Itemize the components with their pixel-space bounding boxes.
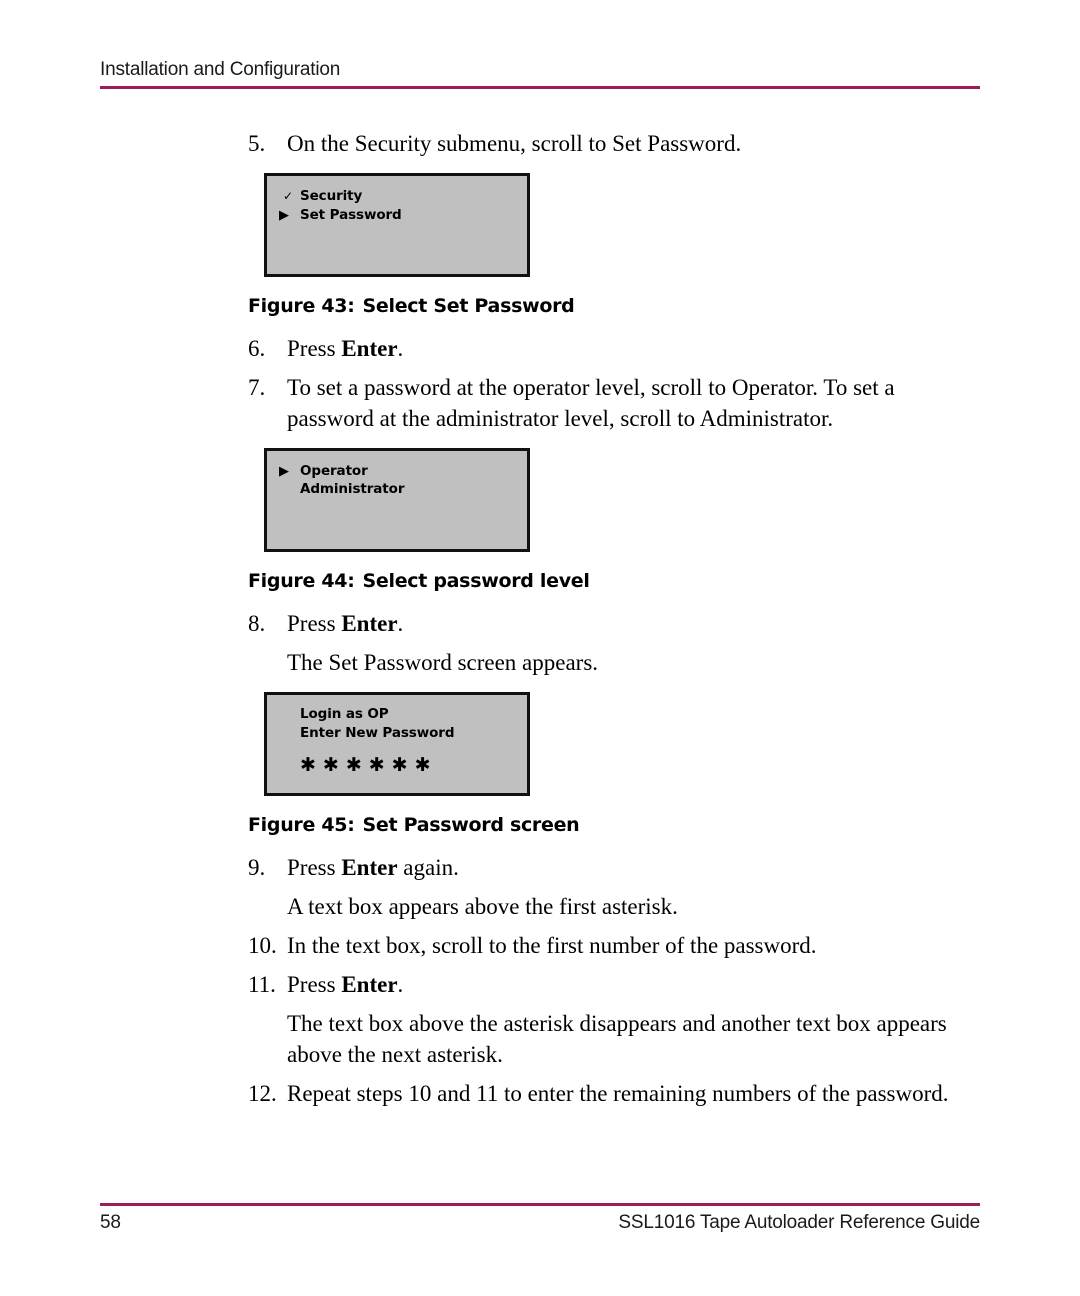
step-7-text: To set a password at the operator level,… bbox=[287, 375, 895, 431]
figure-45-title: Set Password screen bbox=[362, 814, 580, 836]
step-7-number: 7. bbox=[248, 375, 266, 400]
step-12-text: Repeat steps 10 and 11 to enter the rema… bbox=[287, 1081, 949, 1106]
step-5: 5. On the Security submenu, scroll to Se… bbox=[248, 128, 980, 159]
step-8-text-pre: Press bbox=[287, 611, 342, 636]
lcd-43-row-security: ✓ Security bbox=[279, 187, 523, 206]
step-11-key-enter: Enter bbox=[341, 972, 398, 997]
lcd-44-rows: ▶ Operator Administrator bbox=[279, 462, 523, 500]
figure-44-title: Select password level bbox=[362, 570, 590, 592]
footer-rule bbox=[100, 1203, 980, 1206]
footer-row: 58 SSL1016 Tape Autoloader Reference Gui… bbox=[100, 1212, 980, 1234]
step-6-text-post: . bbox=[397, 336, 404, 361]
lcd-screen-figure-45: Login as OP Enter New Password ✱✱✱✱✱✱ bbox=[264, 692, 530, 796]
triangle-right-icon: ▶ bbox=[279, 208, 289, 223]
footer-page-number: 58 bbox=[100, 1212, 121, 1233]
step-8-result: The Set Password screen appears. bbox=[287, 650, 599, 675]
lcd-45-label-enter-new-password: Enter New Password bbox=[300, 725, 455, 741]
lcd-44-row-operator: ▶ Operator bbox=[279, 462, 523, 481]
step-6-text: Press Enter. bbox=[287, 333, 980, 364]
step-6: 6. Press Enter. bbox=[248, 333, 980, 364]
figure-45-label: Figure 45: bbox=[248, 814, 355, 836]
page-content: 5. On the Security submenu, scroll to Se… bbox=[248, 128, 980, 1117]
step-8-text-post: . bbox=[397, 611, 404, 636]
step-10-number: 10. bbox=[248, 933, 277, 958]
page-header: Installation and Configuration bbox=[100, 58, 980, 89]
step-5-number: 5. bbox=[248, 131, 266, 156]
step-11: 11. Press Enter. bbox=[248, 969, 980, 1000]
document-page: Installation and Configuration 5. On the… bbox=[0, 0, 1080, 1296]
figure-43-caption: Figure 43: Select Set Password bbox=[248, 295, 980, 317]
page-footer: 58 SSL1016 Tape Autoloader Reference Gui… bbox=[100, 1203, 980, 1234]
lcd-44-label-operator: Operator bbox=[300, 463, 368, 479]
step-6-key-enter: Enter bbox=[341, 336, 398, 361]
step-9-number: 9. bbox=[248, 855, 266, 880]
triangle-right-icon: ▶ bbox=[279, 464, 289, 479]
step-8: 8. Press Enter. bbox=[248, 608, 980, 639]
step-9-result: A text box appears above the first aster… bbox=[287, 894, 678, 919]
step-8-number: 8. bbox=[248, 611, 266, 636]
figure-43-label: Figure 43: bbox=[248, 295, 355, 317]
lcd-43-label-set-password: Set Password bbox=[300, 207, 402, 223]
step-11-result: The text box above the asterisk disappea… bbox=[287, 1011, 947, 1067]
lcd-45-rows: Login as OP Enter New Password bbox=[279, 706, 523, 744]
lcd-45-label-login: Login as OP bbox=[300, 706, 389, 722]
footer-guide-title: SSL1016 Tape Autoloader Reference Guide bbox=[618, 1212, 980, 1233]
step-5-text: On the Security submenu, scroll to Set P… bbox=[287, 131, 742, 156]
header-chapter-title: Installation and Configuration bbox=[100, 59, 341, 80]
step-11-text-post: . bbox=[397, 972, 404, 997]
header-rule bbox=[100, 86, 980, 89]
lcd-45-row-login: Login as OP bbox=[279, 706, 523, 725]
figure-44-caption: Figure 44: Select password level bbox=[248, 570, 980, 592]
step-6-number: 6. bbox=[248, 336, 266, 361]
figure-44-label: Figure 44: bbox=[248, 570, 355, 592]
step-9-text-pre: Press bbox=[287, 855, 342, 880]
step-9-text-post: again. bbox=[397, 855, 459, 880]
lcd-screen-figure-44: ▶ Operator Administrator bbox=[264, 448, 530, 552]
lcd-43-row-set-password: ▶ Set Password bbox=[279, 206, 523, 225]
figure-45-caption: Figure 45: Set Password screen bbox=[248, 814, 980, 836]
lcd-44-row-administrator: Administrator bbox=[279, 481, 523, 500]
step-10: 10. In the text box, scroll to the first… bbox=[248, 930, 980, 961]
step-12-number: 12. bbox=[248, 1081, 277, 1106]
lcd-43-rows: ✓ Security ▶ Set Password bbox=[279, 187, 523, 225]
step-9: 9. Press Enter again. bbox=[248, 852, 980, 883]
password-mask-field: ✱✱✱✱✱✱ bbox=[300, 754, 438, 776]
step-8-text: Press Enter. bbox=[287, 608, 980, 639]
step-11-text-pre: Press bbox=[287, 972, 342, 997]
figure-43-title: Select Set Password bbox=[362, 295, 575, 317]
step-9-key-enter: Enter bbox=[341, 855, 398, 880]
step-12: 12. Repeat steps 10 and 11 to enter the … bbox=[248, 1078, 980, 1109]
step-6-text-pre: Press bbox=[287, 336, 342, 361]
step-8-key-enter: Enter bbox=[341, 611, 398, 636]
lcd-44-label-administrator: Administrator bbox=[300, 481, 405, 497]
step-11-text: Press Enter. bbox=[287, 969, 980, 1000]
lcd-43-label-security: Security bbox=[300, 188, 363, 204]
step-10-text: In the text box, scroll to the first num… bbox=[287, 933, 817, 958]
step-9-text: Press Enter again. bbox=[287, 852, 980, 883]
lcd-45-row-enter-new-password: Enter New Password bbox=[279, 725, 523, 744]
checkmark-icon: ✓ bbox=[283, 189, 293, 203]
lcd-screen-figure-43: ✓ Security ▶ Set Password bbox=[264, 173, 530, 277]
step-7: 7. To set a password at the operator lev… bbox=[248, 372, 980, 434]
step-11-number: 11. bbox=[248, 972, 276, 997]
